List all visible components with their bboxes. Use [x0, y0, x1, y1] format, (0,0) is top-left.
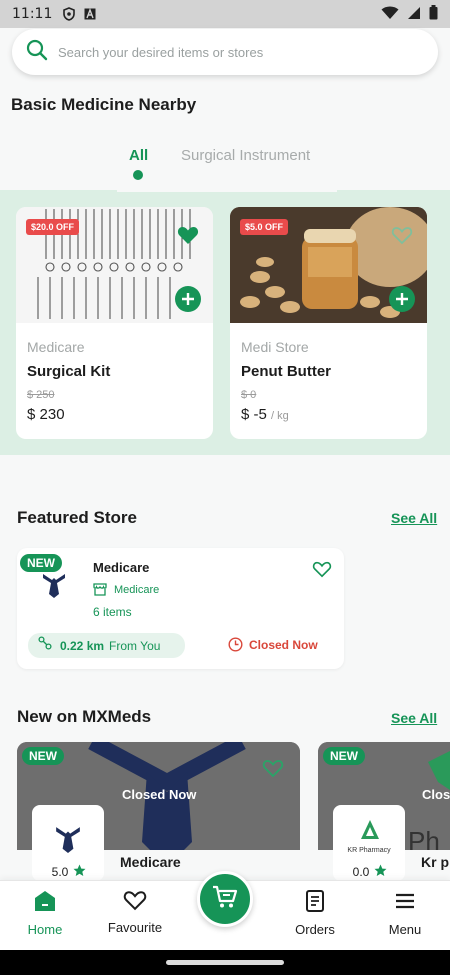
nav-menu-label: Menu	[388, 922, 422, 937]
new-badge: NEW	[20, 554, 62, 572]
heart-filled-icon[interactable]	[177, 225, 199, 250]
section-title-basic-medicine: Basic Medicine Nearby	[11, 95, 197, 114]
see-all-featured-link[interactable]: See All	[391, 510, 437, 526]
product-name: Penut Butter	[241, 363, 331, 380]
store-category: Medicare	[114, 584, 160, 596]
new-store-status: Closed Now	[122, 787, 197, 802]
store-logo-tie-icon	[54, 823, 82, 860]
search-input[interactable]: Search your desired items or stores	[58, 45, 263, 60]
store-items-count: 6 items	[93, 605, 132, 619]
product-price: $ -5 / kg	[241, 406, 289, 423]
heart-outline-icon[interactable]	[312, 560, 332, 583]
product-card-penut-butter[interactable]: $5.0 OFF Medi Store Penut Butter $ 0 $ -…	[230, 207, 427, 439]
banner-text: Ph	[408, 826, 440, 856]
status-time: 11:11	[12, 6, 53, 22]
nav-favourite-label: Favourite	[107, 920, 163, 935]
search-bar[interactable]: Search your desired items or stores	[12, 29, 438, 75]
nav-orders-label: Orders	[295, 922, 335, 937]
shield-icon	[62, 7, 76, 21]
plus-icon	[182, 293, 194, 305]
add-to-cart-button[interactable]	[175, 286, 201, 312]
tab-active-indicator	[133, 170, 143, 180]
heart-outline-icon[interactable]	[262, 758, 284, 783]
store-status: Closed Now	[249, 638, 318, 652]
product-store: Medi Store	[241, 339, 309, 355]
storefront-icon	[93, 583, 107, 601]
product-card-surgical-kit[interactable]: $20.0 OFF Medicare Surgical Kit $ 250 $ …	[16, 207, 213, 439]
new-store-card-kr-pharmacy[interactable]: NEW Clos Ph KR Pharmacy 0.0 Kr p	[318, 742, 450, 892]
see-all-new-link[interactable]: See All	[391, 710, 437, 726]
tab-surgical-instrument[interactable]: Surgical Instrument	[181, 147, 310, 164]
nav-orders[interactable]: Orders	[275, 889, 355, 937]
discount-badge: $20.0 OFF	[26, 219, 80, 235]
wifi-icon	[381, 6, 399, 23]
search-icon	[26, 39, 48, 66]
star-icon	[374, 864, 387, 880]
nav-home-label: Home	[27, 922, 63, 937]
nav-menu[interactable]: Menu	[365, 889, 445, 937]
section-title-featured-store: Featured Store	[17, 508, 137, 527]
new-badge: NEW	[22, 747, 64, 765]
home-gesture-pill[interactable]	[166, 960, 284, 965]
logo-text: KR Pharmacy	[347, 847, 391, 854]
store-logo-tie-icon	[41, 572, 67, 603]
distance-pill: 0.22 km From You	[28, 633, 185, 658]
store-rating: 5.0	[38, 862, 100, 882]
new-store-card-medicare[interactable]: NEW Closed Now 5.0 Medicare	[17, 742, 300, 892]
orders-list-icon	[305, 890, 325, 916]
product-price: $ 230	[27, 406, 65, 423]
store-distance-suffix: From You	[109, 638, 161, 653]
battery-icon	[429, 5, 438, 23]
discount-badge: $5.0 OFF	[240, 219, 289, 235]
clock-icon	[228, 637, 243, 657]
add-to-cart-button[interactable]	[389, 286, 415, 312]
system-navigation-bar	[0, 950, 450, 975]
text-a-icon	[84, 8, 96, 20]
product-old-price: $ 250	[27, 389, 55, 401]
hamburger-menu-icon	[394, 893, 416, 916]
store-rating: 0.0	[339, 862, 401, 882]
heart-outline-icon	[122, 891, 148, 914]
star-icon	[73, 864, 86, 880]
nav-home[interactable]: Home	[5, 889, 85, 937]
product-old-price: $ 0	[241, 389, 257, 401]
cart-icon	[212, 885, 238, 914]
product-store: Medicare	[27, 339, 85, 355]
store-name: Medicare	[93, 560, 150, 575]
cart-button[interactable]	[197, 871, 253, 927]
product-name: Surgical Kit	[27, 363, 111, 380]
route-icon	[38, 636, 52, 655]
store-distance: 0.22 km	[60, 638, 105, 653]
plus-icon	[396, 293, 408, 305]
signal-icon	[407, 6, 421, 23]
new-badge: NEW	[323, 747, 365, 765]
kr-pharmacy-logo-icon	[359, 819, 381, 846]
new-store-status: Clos	[422, 787, 450, 802]
home-icon	[33, 891, 57, 916]
featured-store-card[interactable]: NEW Medicare Medicare 6 items 0.22 km Fr…	[17, 548, 344, 669]
nav-favourite[interactable]: Favourite	[95, 889, 175, 935]
tab-all[interactable]: All	[129, 147, 148, 164]
status-bar: 11:11	[0, 0, 450, 28]
heart-outline-icon[interactable]	[391, 225, 413, 250]
new-store-name: Kr p	[421, 854, 449, 870]
section-title-new-on: New on MXMeds	[17, 707, 152, 726]
new-store-name: Medicare	[120, 854, 181, 870]
product-unit: / kg	[271, 410, 289, 422]
